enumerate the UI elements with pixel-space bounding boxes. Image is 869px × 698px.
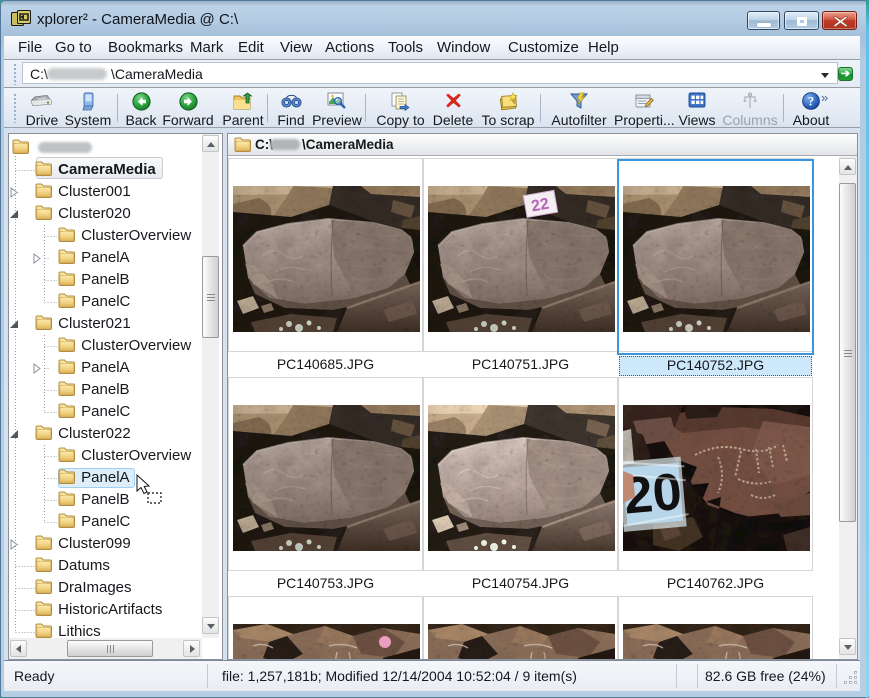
svg-text:?: ? [808,95,814,109]
